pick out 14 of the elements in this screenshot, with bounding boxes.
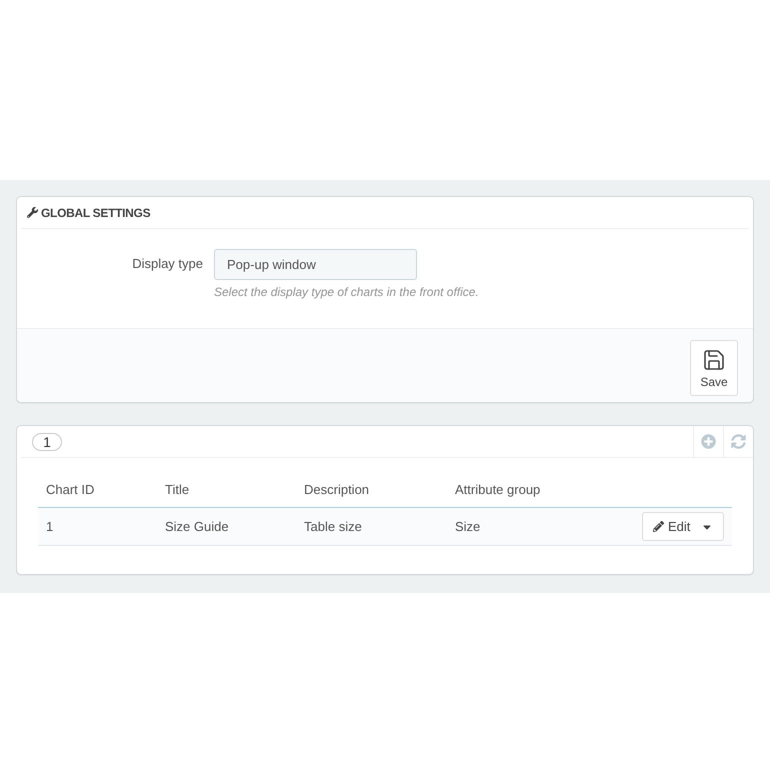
display-type-select[interactable]: Pop-up window: [214, 249, 417, 280]
wrench-icon: [27, 207, 38, 218]
panel-title: GLOBAL SETTINGS: [27, 206, 150, 220]
pencil-icon: [653, 521, 664, 532]
field-label: Display type: [132, 255, 203, 273]
table-cell: Table size: [296, 508, 447, 546]
table-cell: Size Guide: [157, 508, 296, 546]
refresh-icon: [731, 434, 746, 449]
save-button[interactable]: Save: [690, 340, 738, 396]
count-badge: 1: [32, 432, 62, 450]
table-cell: 1: [38, 508, 157, 546]
edit-button[interactable]: Edit: [642, 512, 724, 541]
table-cell: Size: [447, 508, 592, 546]
help-text: Select the display type of charts in the front office.: [214, 285, 480, 300]
